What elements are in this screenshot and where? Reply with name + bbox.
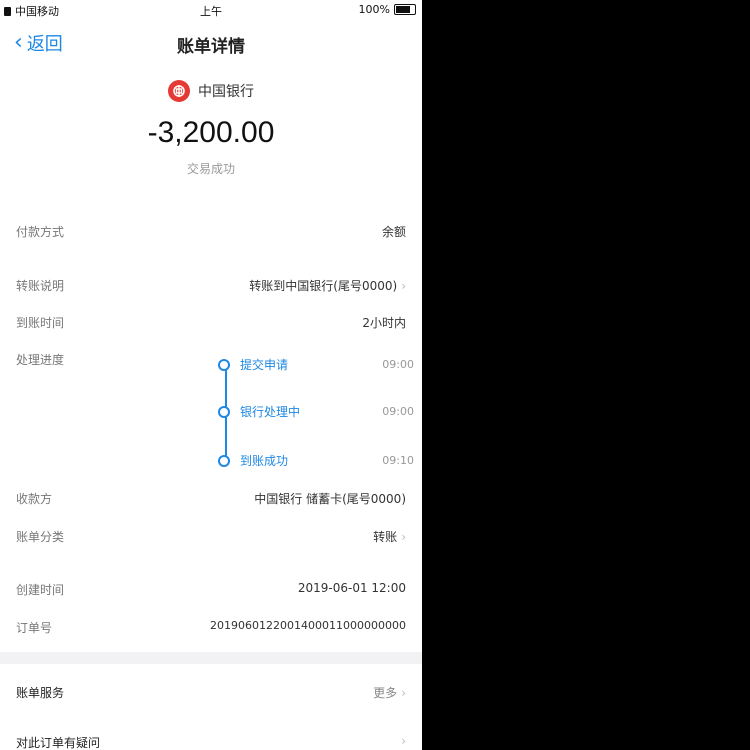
progress-timeline: 提交申请 09:00 银行处理中 09:00 到账成功 09:10	[218, 350, 414, 470]
timeline-step-time: 09:00	[382, 358, 414, 371]
detail-row-payment-method: 付款方式 余额	[16, 223, 406, 240]
detail-value-text: 转账	[373, 530, 398, 544]
timeline-step-label: 提交申请	[240, 358, 289, 372]
status-right: 100%	[359, 3, 416, 16]
merchant-name: 中国银行	[198, 84, 254, 100]
battery-icon	[394, 4, 416, 15]
timeline-step: 到账成功 09:10	[218, 452, 414, 469]
detail-value: 余额	[381, 225, 406, 239]
progress-label: 处理进度	[16, 353, 65, 367]
link-label: 对此订单有疑问	[16, 736, 101, 750]
chevron-right-icon: ›	[401, 686, 406, 700]
detail-label: 转账说明	[16, 279, 65, 293]
link-value: 更多 ›	[373, 684, 406, 701]
detail-value: 2019-06-01 12:00	[297, 581, 406, 595]
timeline-step: 银行处理中 09:00	[218, 403, 414, 420]
detail-row-category[interactable]: 账单分类 转账 ›	[16, 528, 406, 545]
detail-label: 账单分类	[16, 530, 65, 544]
battery-text: 100%	[358, 3, 390, 16]
status-bar: 中国移动 上午 100%	[0, 0, 422, 22]
bill-service-link[interactable]: 账单服务 更多 ›	[16, 684, 406, 701]
page-title: 账单详情	[177, 37, 245, 57]
detail-row-description[interactable]: 转账说明 转账到中国银行(尾号0000) ›	[16, 277, 406, 294]
detail-value-text: 转账到中国银行(尾号0000)	[249, 279, 398, 293]
timeline-step-time: 09:10	[382, 454, 414, 467]
detail-value: 中国银行 储蓄卡(尾号0000)	[254, 492, 406, 506]
detail-row-created-time: 创建时间 2019-06-01 12:00	[16, 581, 406, 598]
detail-row-order-number: 订单号 2019060122001400011000000000	[16, 619, 406, 636]
timeline-step-time: 09:00	[382, 405, 414, 418]
phone-screen: 中国移动 上午 100% ‹ 返回 账单详情 中国银行 -3,200.00 交易…	[0, 0, 422, 750]
link-value: ›	[401, 734, 406, 750]
timeline-dot-icon	[218, 358, 230, 371]
transaction-status: 交易成功	[186, 162, 235, 176]
detail-value: 转账 ›	[373, 528, 406, 545]
detail-label: 订单号	[16, 621, 53, 635]
detail-value: 转账到中国银行(尾号0000) ›	[249, 277, 406, 294]
timeline-step: 提交申请 09:00	[218, 356, 414, 373]
merchant-header: 中国银行	[0, 80, 422, 102]
order-question-link[interactable]: 对此订单有疑问 ›	[16, 734, 406, 750]
bank-logo-icon	[168, 80, 190, 102]
amount: -3,200.00	[147, 116, 275, 149]
detail-value: 2小时内	[362, 316, 406, 330]
chevron-right-icon: ›	[401, 279, 406, 293]
timeline-dot-icon	[218, 454, 230, 467]
detail-label: 到账时间	[16, 316, 65, 330]
detail-value: 2019060122001400011000000000	[210, 619, 406, 632]
timeline-step-label: 到账成功	[240, 454, 289, 468]
detail-label: 创建时间	[16, 583, 65, 597]
nav-bar: ‹ 返回 账单详情	[0, 22, 422, 64]
detail-label: 收款方	[16, 492, 53, 506]
link-value-text: 更多	[373, 686, 398, 700]
chevron-right-icon: ›	[401, 530, 406, 544]
link-label: 账单服务	[16, 686, 65, 700]
detail-row-arrival-time: 到账时间 2小时内	[16, 314, 406, 331]
timeline-step-label: 银行处理中	[240, 405, 301, 419]
chevron-right-icon: ›	[401, 734, 406, 748]
section-divider	[0, 652, 422, 664]
timeline-dot-icon	[218, 405, 230, 418]
detail-label: 付款方式	[16, 225, 65, 239]
detail-row-payee: 收款方 中国银行 储蓄卡(尾号0000)	[16, 490, 406, 507]
